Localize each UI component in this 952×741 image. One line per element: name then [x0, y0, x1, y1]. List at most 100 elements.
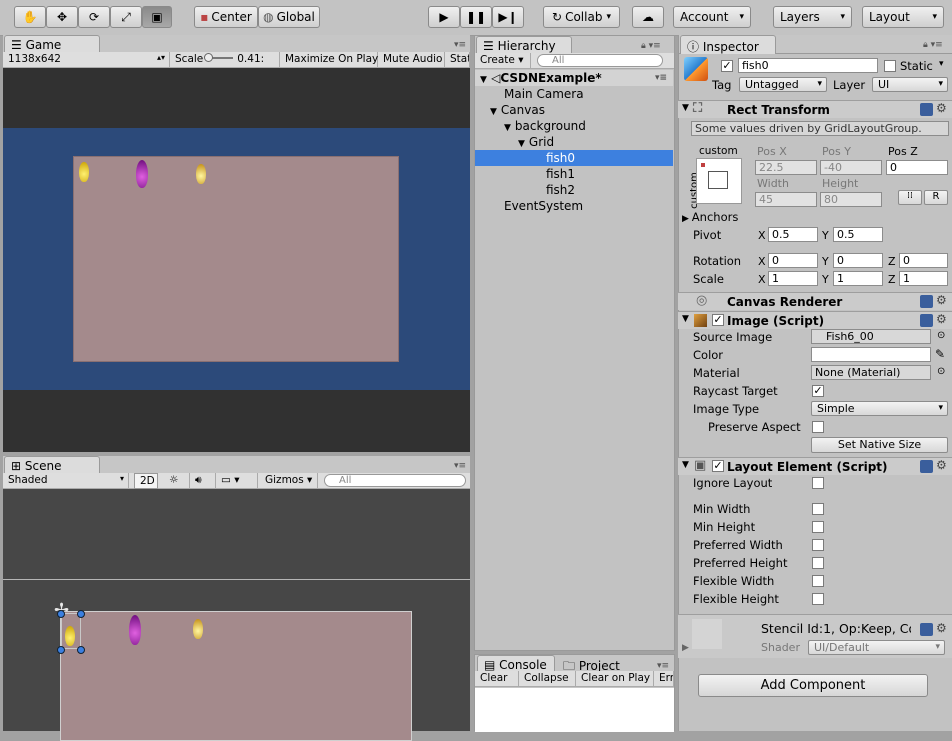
gizmos-dropdown[interactable]: Gizmos ▾ — [260, 473, 318, 489]
console-clear-on-play-toggle[interactable]: Clear on Play — [576, 671, 654, 687]
rect-transform-header[interactable]: ▼ ⛶ Rect Transform — [678, 100, 952, 118]
scale-z-field[interactable]: 1 — [899, 271, 948, 286]
eyedropper-icon[interactable]: ✎ — [935, 347, 945, 361]
set-native-size-button[interactable]: Set Native Size — [811, 437, 948, 453]
add-component-button[interactable]: Add Component — [698, 674, 928, 697]
hierarchy-item-background[interactable]: ▼ background — [475, 118, 673, 134]
color-field[interactable] — [811, 347, 931, 362]
object-picker-icon[interactable]: ⊙ — [937, 366, 945, 377]
help-icon[interactable] — [920, 460, 933, 473]
console-menu-icon[interactable]: ▾≡ — [657, 661, 669, 671]
scale-tool-button[interactable]: ⤢ — [110, 6, 142, 28]
help-icon[interactable] — [920, 623, 933, 636]
hierarchy-item-fish0[interactable]: fish0 — [475, 150, 673, 166]
gear-icon[interactable]: ⚙ — [936, 621, 947, 635]
help-icon[interactable] — [920, 103, 933, 116]
raw-edit-button[interactable]: R — [924, 190, 948, 205]
hierarchy-search-input[interactable]: All — [537, 54, 663, 67]
gear-icon[interactable]: ⚙ — [936, 312, 947, 326]
console-clear-button[interactable]: Clear — [475, 671, 519, 687]
anchors-foldout[interactable]: ▶ Anchors — [682, 210, 738, 224]
active-checkbox[interactable]: ✓ — [721, 60, 733, 72]
hierarchy-item-main-camera[interactable]: Main Camera — [475, 86, 673, 102]
mute-audio-toggle[interactable]: Mute Audio — [378, 52, 445, 68]
posz-field[interactable]: 0 — [886, 160, 948, 175]
gear-icon[interactable]: ⚙ — [936, 293, 947, 307]
tag-dropdown[interactable]: Untagged — [739, 77, 827, 92]
account-dropdown[interactable]: Account ▾ — [673, 6, 751, 28]
layout-element-enabled-checkbox[interactable]: ✓ — [712, 460, 724, 472]
static-dropdown-icon[interactable]: ▾ — [939, 59, 944, 69]
pivot-center-button[interactable]: ▪ Center — [194, 6, 258, 28]
help-icon[interactable] — [920, 314, 933, 327]
rotation-x-field[interactable]: 0 — [768, 253, 818, 268]
rotate-tool-button[interactable]: ⟳ — [78, 6, 110, 28]
canvas-renderer-header[interactable]: ◎ Canvas Renderer — [678, 292, 952, 310]
scene-menu-icon[interactable]: ▾≡ — [454, 461, 466, 471]
scale-x-field[interactable]: 1 — [768, 271, 818, 286]
handle-br[interactable] — [77, 646, 85, 654]
collab-button[interactable]: ↻ Collab ▾ — [543, 6, 620, 28]
min-width-checkbox[interactable] — [812, 503, 824, 515]
pivot-x-field[interactable]: 0.5 — [768, 227, 818, 242]
handle-tl[interactable] — [57, 610, 65, 618]
material-field[interactable]: None (Material) — [811, 365, 931, 380]
image-type-dropdown[interactable]: Simple — [811, 401, 948, 416]
rect-tool-button[interactable]: ▣ — [142, 6, 172, 28]
gear-icon[interactable]: ⚙ — [936, 458, 947, 472]
tab-inspector[interactable]: ⓘ Inspector — [680, 35, 776, 54]
scene-viewport[interactable]: ✢ — [3, 489, 470, 741]
raycast-target-checkbox[interactable]: ✓ — [812, 385, 824, 397]
console-error-toggle[interactable]: Err — [654, 671, 674, 687]
static-checkbox[interactable] — [884, 60, 896, 72]
blueprint-mode-button[interactable]: ⁞⁞ — [898, 190, 922, 205]
material-foldout-icon[interactable]: ▶ — [682, 643, 689, 653]
audio-toggle[interactable]: 🔊︎ — [190, 473, 216, 489]
effects-dropdown[interactable]: ▭ ▾ — [216, 473, 258, 489]
handle-tr[interactable] — [77, 610, 85, 618]
play-button[interactable]: ▶ — [428, 6, 460, 28]
scene-fish0[interactable] — [65, 626, 75, 646]
gear-icon[interactable]: ⚙ — [936, 101, 947, 115]
cloud-button[interactable]: ☁ — [632, 6, 664, 28]
console-log-area[interactable] — [475, 688, 674, 732]
anchor-presets-button[interactable] — [696, 158, 742, 204]
scene-fish2[interactable] — [193, 619, 203, 639]
game-viewport[interactable] — [3, 68, 470, 452]
create-dropdown[interactable]: Create ▾ — [475, 53, 531, 69]
handle-bl[interactable] — [57, 646, 65, 654]
layers-dropdown[interactable]: Layers ▾ — [773, 6, 852, 28]
2d-toggle[interactable]: 2D — [134, 473, 158, 489]
hierarchy-item-fish2[interactable]: fish2 — [475, 182, 673, 198]
game-menu-icon[interactable]: ▾≡ — [454, 40, 466, 50]
hierarchy-item-eventsystem[interactable]: EventSystem — [475, 198, 673, 214]
pause-button[interactable]: ❚❚ — [460, 6, 492, 28]
preferred-height-checkbox[interactable] — [812, 557, 824, 569]
preserve-aspect-checkbox[interactable] — [812, 421, 824, 433]
min-height-checkbox[interactable] — [812, 521, 824, 533]
object-picker-icon[interactable]: ⊙ — [937, 330, 945, 341]
gameobject-name-field[interactable]: fish0 — [738, 58, 878, 73]
step-button[interactable]: ▶❙ — [492, 6, 524, 28]
rotation-z-field[interactable]: 0 — [899, 253, 948, 268]
layout-dropdown[interactable]: Layout ▾ — [862, 6, 944, 28]
flexible-width-checkbox[interactable] — [812, 575, 824, 587]
console-collapse-toggle[interactable]: Collapse — [519, 671, 576, 687]
hierarchy-item-canvas[interactable]: ▼ Canvas — [475, 102, 673, 118]
scene-fish1[interactable] — [129, 615, 141, 645]
scale-slider[interactable]: Scale 0.41: — [170, 52, 280, 68]
hierarchy-lock-icon[interactable]: 🔒︎ ▾≡ — [641, 41, 661, 51]
scene-search-input[interactable]: All — [324, 474, 466, 487]
tab-console[interactable]: ▤ Console — [477, 655, 555, 672]
hand-tool-button[interactable]: ✋ — [14, 6, 46, 28]
scene-menu-icon[interactable]: ▾≡ — [655, 70, 667, 86]
resolution-dropdown[interactable]: 1138x642 ▴▾ — [3, 52, 170, 68]
hierarchy-item-fish1[interactable]: fish1 — [475, 166, 673, 182]
flexible-height-checkbox[interactable] — [812, 593, 824, 605]
hierarchy-item-grid[interactable]: ▼ Grid — [475, 134, 673, 150]
layer-dropdown[interactable]: UI — [872, 77, 948, 92]
shading-dropdown[interactable]: Shaded ▾ — [3, 473, 129, 489]
layout-element-header[interactable]: ▼ ▣ ✓ Layout Element (Script) — [678, 457, 952, 475]
maximize-on-play-toggle[interactable]: Maximize On Play — [280, 52, 378, 68]
stats-toggle[interactable]: Stat — [445, 52, 470, 68]
